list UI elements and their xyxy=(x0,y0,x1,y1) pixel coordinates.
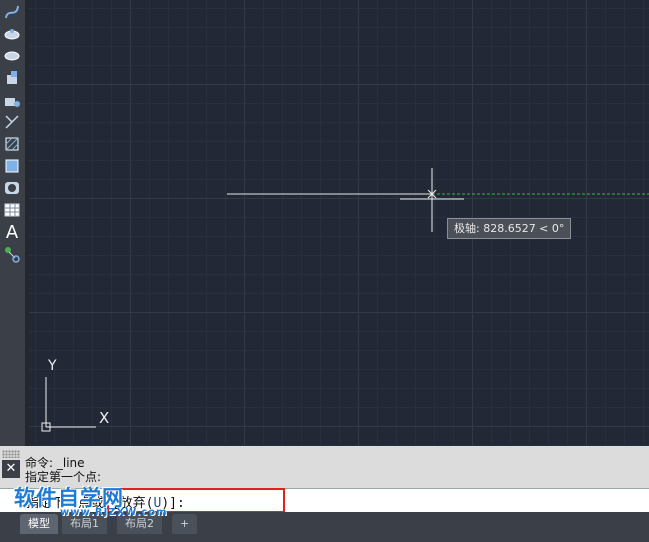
watermark-url: www.RJZXW.com xyxy=(60,507,168,518)
spline-icon[interactable] xyxy=(2,2,22,22)
add-layout-button[interactable]: + xyxy=(172,514,198,534)
add-selected-icon[interactable] xyxy=(2,244,22,264)
hatch-icon[interactable] xyxy=(2,134,22,154)
ucs-x-label: X xyxy=(99,409,110,427)
point-icon[interactable] xyxy=(2,112,22,132)
grip-handle[interactable] xyxy=(2,450,20,458)
ellipse-icon[interactable] xyxy=(2,24,22,44)
gradient-icon[interactable] xyxy=(2,156,22,176)
polar-tracking-tooltip: 极轴: 828.6527 < 0° xyxy=(447,218,572,239)
command-history: 命令: _line 指定第一个点: xyxy=(25,456,101,484)
tab-model[interactable]: 模型 xyxy=(20,514,58,534)
history-line: 命令: _line xyxy=(25,456,85,470)
region-icon[interactable] xyxy=(2,178,22,198)
multiline-text-icon[interactable]: A xyxy=(2,222,22,243)
draw-toolbar: A xyxy=(0,0,29,446)
table-icon[interactable] xyxy=(2,200,22,220)
ellipse-arc-icon[interactable] xyxy=(2,46,22,66)
close-icon[interactable]: ✕ xyxy=(2,460,20,478)
insert-block-icon[interactable] xyxy=(2,68,22,88)
ucs-y-label: Y xyxy=(48,358,57,374)
ucs-icon xyxy=(41,377,96,432)
make-block-icon[interactable] xyxy=(2,90,22,110)
